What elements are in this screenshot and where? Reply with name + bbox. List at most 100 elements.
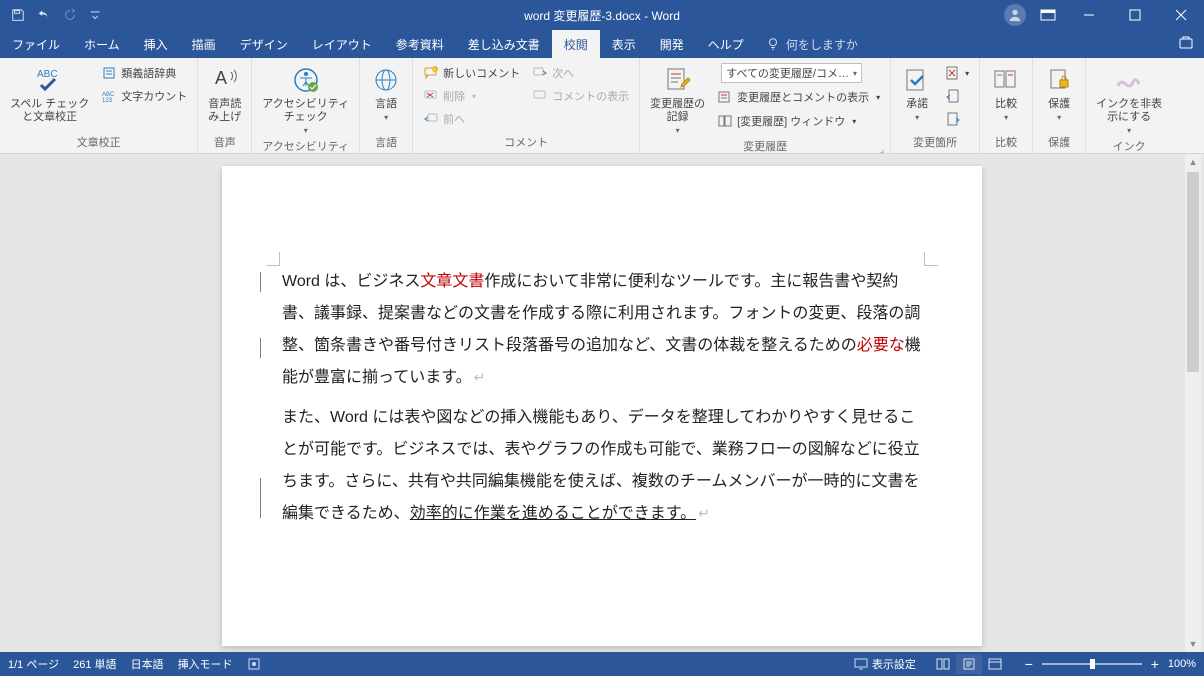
revision-bar[interactable]: [260, 478, 261, 518]
title-bar: word 変更履歴-3.docx - Word: [0, 0, 1204, 30]
tab-file[interactable]: ファイル: [0, 30, 72, 58]
window-title: word 変更履歴-3.docx - Word: [524, 7, 680, 24]
tracked-change[interactable]: 必要な: [857, 337, 905, 354]
group-language: 言語 言語: [360, 58, 413, 153]
show-markup-icon: [717, 89, 733, 105]
revision-bar[interactable]: [260, 272, 261, 292]
tab-view[interactable]: 表示: [600, 30, 648, 58]
paragraph-mark: ↵: [474, 369, 486, 385]
tab-review[interactable]: 校閲: [552, 30, 600, 58]
underlined-text[interactable]: 効率的に作業を進めることができます。: [410, 505, 696, 522]
tab-insert[interactable]: 挿入: [132, 30, 180, 58]
margin-corner: [924, 252, 938, 266]
paragraph[interactable]: Word は、ビジネス文章文書作成において非常に便利なツールです。主に報告書や契…: [282, 266, 922, 394]
tab-developer[interactable]: 開発: [648, 30, 696, 58]
share-icon[interactable]: [1178, 34, 1196, 55]
protect-button[interactable]: 保護: [1037, 60, 1081, 123]
qat-customize-icon[interactable]: [84, 3, 108, 27]
tab-help[interactable]: ヘルプ: [696, 30, 756, 58]
prev-change-button[interactable]: [941, 85, 973, 107]
tab-references[interactable]: 参考資料: [384, 30, 456, 58]
spellcheck-button[interactable]: ABC スペル チェック と文章校正: [4, 60, 95, 124]
hide-ink-button[interactable]: インクを非表 示にする: [1090, 60, 1168, 136]
paragraph[interactable]: また、Word には表や図などの挿入機能もあり、データを整理してわかりやすく見せ…: [282, 402, 922, 530]
compare-button[interactable]: 比較: [984, 60, 1028, 123]
group-ink: インクを非表 示にする インク: [1086, 58, 1172, 153]
svg-text:A: A: [215, 68, 227, 88]
tracked-change[interactable]: 文章文書: [420, 273, 484, 290]
close-button[interactable]: [1158, 0, 1204, 30]
accessibility-check-button[interactable]: アクセシビリティ チェック: [256, 60, 355, 136]
status-page[interactable]: 1/1 ページ: [8, 656, 59, 672]
tab-mailings[interactable]: 差し込み文書: [456, 30, 552, 58]
tab-home[interactable]: ホーム: [72, 30, 132, 58]
zoom-in-button[interactable]: +: [1148, 656, 1162, 672]
svg-text:123: 123: [102, 98, 113, 103]
status-bar: 1/1 ページ 261 単語 日本語 挿入モード 表示設定 − + 100%: [0, 652, 1204, 676]
status-display-settings[interactable]: 表示設定: [854, 656, 916, 672]
display-for-review-dropdown[interactable]: すべての変更履歴/コメ…: [713, 62, 884, 84]
view-read-mode[interactable]: [930, 654, 956, 674]
group-label-compare: 比較: [984, 132, 1028, 153]
prev-comment-button[interactable]: 前へ: [419, 108, 524, 130]
reject-button[interactable]: ▾: [941, 62, 973, 84]
delete-comment-button[interactable]: 削除▾: [419, 85, 524, 107]
tell-me-search[interactable]: 何をしますか: [756, 30, 868, 58]
new-comment-button[interactable]: +新しいコメント: [419, 62, 524, 84]
group-label-proofing: 文章校正: [4, 132, 193, 153]
show-markup-dropdown[interactable]: 変更履歴とコメントの表示▾: [713, 86, 884, 108]
lightbulb-icon: [766, 37, 780, 51]
reviewing-pane-dropdown[interactable]: [変更履歴] ウィンドウ▾: [713, 110, 884, 132]
status-language[interactable]: 日本語: [131, 656, 164, 672]
svg-text:ABC: ABC: [37, 69, 58, 80]
document-body[interactable]: Word は、ビジネス文章文書作成において非常に便利なツールです。主に報告書や契…: [282, 266, 922, 530]
ribbon: ABC スペル チェック と文章校正 類義語辞典 ABC123文字カウント 文章…: [0, 58, 1204, 154]
qat-save-icon[interactable]: [6, 3, 30, 27]
zoom-out-button[interactable]: −: [1022, 656, 1036, 672]
status-macro-icon[interactable]: [247, 657, 261, 671]
group-speech: A 音声読 み上げ 音声: [198, 58, 252, 153]
status-insert-mode[interactable]: 挿入モード: [178, 656, 233, 672]
group-comments: +新しいコメント 削除▾ 前へ 次へ コメントの表示 コメント: [413, 58, 640, 153]
wordcount-button[interactable]: ABC123文字カウント: [97, 85, 191, 107]
view-web-layout[interactable]: [982, 654, 1008, 674]
maximize-button[interactable]: [1112, 0, 1158, 30]
zoom-slider-track[interactable]: [1042, 663, 1142, 665]
vertical-scrollbar[interactable]: ▲ ▼: [1185, 154, 1201, 652]
prev-icon: [423, 111, 439, 127]
read-aloud-button[interactable]: A 音声読 み上げ: [202, 60, 247, 124]
status-word-count[interactable]: 261 単語: [73, 656, 116, 672]
accept-button[interactable]: 承諾: [895, 60, 939, 123]
delete-icon: [423, 88, 439, 104]
qat-undo-icon[interactable]: [32, 3, 56, 27]
view-print-layout[interactable]: [956, 654, 982, 674]
ink-icon: [1113, 64, 1145, 96]
thesaurus-button[interactable]: 類義語辞典: [97, 62, 191, 84]
ribbon-display-options-icon[interactable]: [1034, 1, 1062, 29]
minimize-button[interactable]: [1066, 0, 1112, 30]
track-changes-button[interactable]: 変更履歴の 記録: [644, 60, 711, 136]
qat-redo-icon[interactable]: [58, 3, 82, 27]
tab-draw[interactable]: 描画: [180, 30, 228, 58]
next-comment-button[interactable]: 次へ: [528, 62, 633, 84]
group-changes: 承諾 ▾ 変更箇所: [891, 58, 980, 153]
zoom-slider-thumb[interactable]: [1090, 659, 1095, 669]
user-avatar[interactable]: [1004, 4, 1026, 26]
revision-bar[interactable]: [260, 338, 261, 358]
read-aloud-icon: A: [209, 64, 241, 96]
zoom-level[interactable]: 100%: [1168, 658, 1196, 670]
group-protect: 保護 保護: [1033, 58, 1086, 153]
scroll-up-icon[interactable]: ▲: [1185, 154, 1201, 170]
tab-design[interactable]: デザイン: [228, 30, 300, 58]
zoom-control: − + 100%: [1022, 656, 1196, 672]
group-label-protect: 保護: [1037, 132, 1081, 153]
spellcheck-icon: ABC: [34, 64, 66, 96]
next-change-button[interactable]: [941, 108, 973, 130]
show-comments-button[interactable]: コメントの表示: [528, 85, 633, 107]
new-comment-icon: +: [423, 65, 439, 81]
tab-layout[interactable]: レイアウト: [300, 30, 384, 58]
scrollbar-thumb[interactable]: [1187, 172, 1199, 372]
language-button[interactable]: 言語: [364, 60, 408, 123]
document-page[interactable]: Word は、ビジネス文章文書作成において非常に便利なツールです。主に報告書や契…: [222, 166, 982, 646]
scroll-down-icon[interactable]: ▼: [1185, 636, 1201, 652]
